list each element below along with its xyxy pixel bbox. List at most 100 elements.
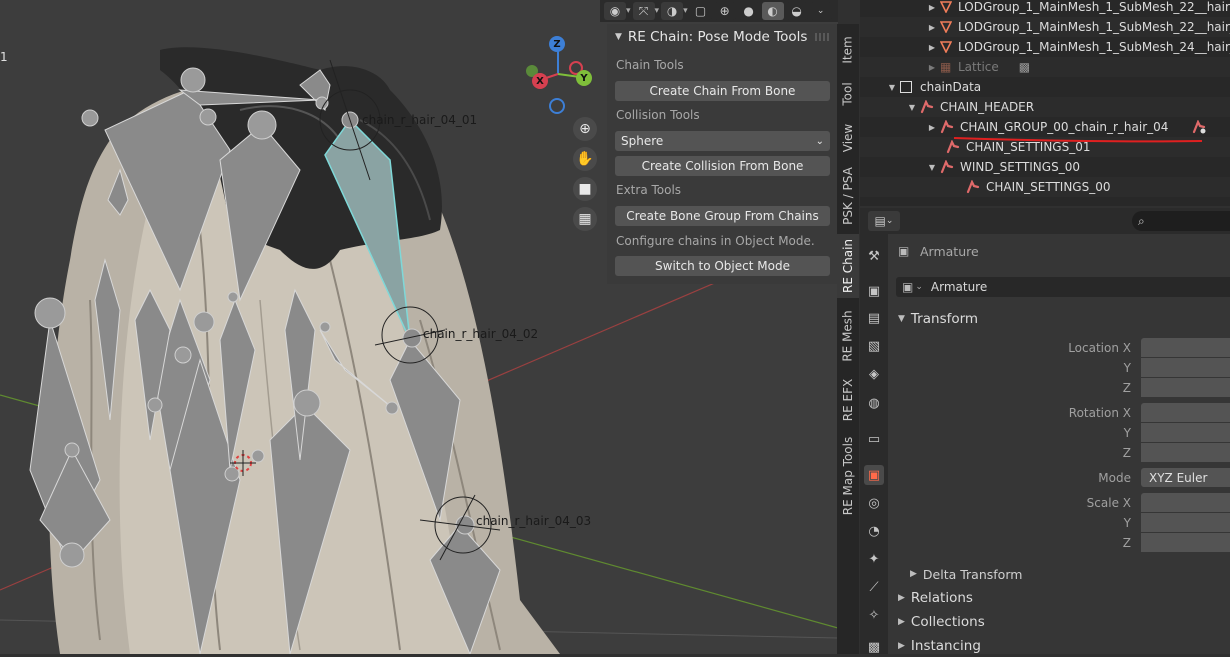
outliner-row[interactable]: CHAIN_SETTINGS_01 <box>860 137 1230 157</box>
rotation-y-field[interactable] <box>1141 423 1230 442</box>
drag-grip-icon[interactable] <box>815 33 829 41</box>
tab-re-chain[interactable]: RE Chain <box>837 234 859 298</box>
expand-triangle-icon[interactable]: ▼ <box>886 83 898 92</box>
bone-label: chain_r_hair_04_01 <box>362 113 478 127</box>
outliner-row[interactable]: ▶ LODGroup_1_MainMesh_1_SubMesh_24__hair… <box>860 37 1230 57</box>
rendered-shading-icon[interactable]: ◒ <box>785 2 808 20</box>
expand-triangle-icon[interactable]: ▼ <box>906 103 918 112</box>
create-bone-group-from-chains-button[interactable]: Create Bone Group From Chains <box>615 206 830 226</box>
object-icon[interactable]: ▣ <box>864 465 884 485</box>
tab-item[interactable]: Item <box>837 28 859 72</box>
delta-transform-panel-header[interactable]: ▶ Delta Transform <box>888 563 1230 585</box>
material-shading-icon[interactable]: ◐ <box>761 2 784 20</box>
modifiers-icon[interactable]: ◎ <box>864 493 884 513</box>
outliner-row[interactable]: ▶ LODGroup_1_MainMesh_1_SubMesh_22__hair <box>860 0 1230 17</box>
rotation-y-label: Y <box>1123 426 1131 440</box>
expand-triangle-icon[interactable]: ▼ <box>926 163 938 172</box>
collections-panel-header[interactable]: ▶ Collections <box>888 611 1230 633</box>
visibility-icon[interactable]: ◉ <box>604 2 626 20</box>
view-layer-icon[interactable]: ▧ <box>864 336 884 356</box>
outliner-row[interactable]: ▼ chainData <box>860 77 1230 97</box>
expand-triangle-icon[interactable]: ▶ <box>926 43 938 52</box>
tab-re-map-tools[interactable]: RE Map Tools <box>837 432 859 520</box>
transform-panel-header[interactable]: ▼ Transform <box>888 308 1230 330</box>
armature-data-icon[interactable]: ⟋ <box>864 577 884 597</box>
tab-re-mesh[interactable]: RE Mesh <box>837 304 859 368</box>
expand-triangle-icon[interactable]: ▶ <box>926 63 938 72</box>
perspective-grid-icon[interactable]: ▦ <box>573 207 597 231</box>
location-y-field[interactable] <box>1141 358 1230 377</box>
camera-icon[interactable]: ■ <box>573 177 597 201</box>
frame-label: 1 <box>0 50 8 64</box>
rotation-x-label: Rotation X <box>1068 406 1131 420</box>
tab-psk-psa[interactable]: PSK / PSA <box>837 162 859 230</box>
gizmo-z-axis[interactable]: Z <box>549 36 565 52</box>
create-chain-from-bone-button[interactable]: Create Chain From Bone <box>615 81 830 101</box>
gizmo-y-axis[interactable]: Y <box>576 70 592 86</box>
world-icon[interactable]: ◍ <box>864 393 884 413</box>
chain-tools-label: Chain Tools <box>616 58 684 72</box>
collection-icon[interactable]: ▭ <box>864 429 884 449</box>
scale-x-field[interactable] <box>1141 493 1230 512</box>
datablock-field[interactable]: ▣ ⌄ Armature <box>896 277 1230 297</box>
properties-search-input[interactable]: ⌕ <box>1132 211 1230 231</box>
rotation-x-field[interactable] <box>1141 403 1230 422</box>
extra-tools-label: Extra Tools <box>616 183 682 197</box>
scale-y-field[interactable] <box>1141 513 1230 532</box>
armature-icon <box>920 100 934 114</box>
object-constraint-icon[interactable]: ✦ <box>864 549 884 569</box>
info-text: Configure chains in Object Mode. <box>616 234 815 248</box>
wireframe-shading-icon[interactable]: ⊕ <box>713 2 736 20</box>
expand-triangle-icon[interactable]: ▶ <box>926 3 938 12</box>
location-z-field[interactable] <box>1141 378 1230 397</box>
expand-triangle-icon[interactable]: ▶ <box>926 23 938 32</box>
xray-icon[interactable]: ▢ <box>689 2 712 20</box>
mesh-icon <box>940 1 952 13</box>
create-collision-from-bone-button[interactable]: Create Collision From Bone <box>615 156 830 176</box>
armature-modifier-icon <box>1193 120 1206 134</box>
expand-triangle-icon[interactable]: ▶ <box>926 123 938 132</box>
scale-z-field[interactable] <box>1141 533 1230 552</box>
scale-z-label: Z <box>1122 536 1131 550</box>
physics-icon[interactable]: ◔ <box>864 521 884 541</box>
tab-re-efx[interactable]: RE EFX <box>837 374 859 426</box>
outliner-row[interactable]: CHAIN_SETTINGS_00 <box>860 177 1230 197</box>
location-x-field[interactable] <box>1141 338 1230 357</box>
render-icon[interactable]: ▣ <box>864 281 884 301</box>
collision-shape-select[interactable]: Sphere ⌄ <box>615 131 830 151</box>
outliner-row[interactable]: ▶ ▦ Lattice ▩ <box>860 57 1230 77</box>
instancing-panel-header[interactable]: ▶ Instancing <box>888 635 1230 654</box>
3d-viewport[interactable]: 1 chain_r_hair_04_01 chain_r_hair_04_02 … <box>0 0 838 654</box>
output-icon[interactable]: ▤ <box>864 308 884 328</box>
gizmo-x-axis[interactable]: X <box>532 73 548 89</box>
pan-hand-icon[interactable]: ✋ <box>573 147 597 171</box>
panel-header[interactable]: ▼ RE Chain: Pose Mode Tools <box>607 24 837 50</box>
tool-icon[interactable]: ⚒ <box>864 246 884 266</box>
texture-icon[interactable]: ▩ <box>864 637 884 657</box>
shading-options-icon[interactable]: ⌄ <box>809 2 832 20</box>
outliner-row[interactable]: ▶ LODGroup_1_MainMesh_1_SubMesh_22__hair… <box>860 17 1230 37</box>
rotation-z-field[interactable] <box>1141 443 1230 462</box>
outliner-row[interactable]: ▼ CHAIN_HEADER <box>860 97 1230 117</box>
outliner-row[interactable]: ▼ WIND_SETTINGS_00 <box>860 157 1230 177</box>
solid-shading-icon[interactable]: ● <box>737 2 760 20</box>
tab-tool[interactable]: Tool <box>837 74 859 114</box>
rotation-mode-label: Mode <box>1098 471 1131 485</box>
navigation-gizmo[interactable]: Z X Y <box>518 34 598 116</box>
chevron-down-icon: ⌄ <box>815 135 824 147</box>
scene-icon[interactable]: ◈ <box>864 364 884 384</box>
bone-label: chain_r_hair_04_02 <box>423 327 539 341</box>
relations-panel-header[interactable]: ▶ Relations <box>888 587 1230 609</box>
outliner[interactable]: ▶ LODGroup_1_MainMesh_1_SubMesh_22__hair… <box>860 0 1230 206</box>
tab-view[interactable]: View <box>837 116 859 160</box>
rotation-z-label: Z <box>1122 446 1131 460</box>
switch-to-object-mode-button[interactable]: Switch to Object Mode <box>615 256 830 276</box>
bone-icon[interactable]: ✧ <box>864 605 884 625</box>
editor-type-icon[interactable]: ▤ ⌄ <box>868 211 900 231</box>
overlay-icon[interactable]: ◑ <box>661 2 684 20</box>
rotation-mode-select[interactable]: XYZ Euler <box>1141 468 1230 487</box>
outliner-row[interactable]: ▶ CHAIN_GROUP_00_chain_r_hair_04 <box>860 117 1230 137</box>
gizmo-toggle-icon[interactable]: ⤧ <box>632 2 655 20</box>
zoom-icon[interactable]: ⊕ <box>573 117 597 141</box>
viewport-header: ◉ ▾ ⤧ ▾ ◑ ▾ ▢ ⊕ ● ◐ ◒ ⌄ <box>600 0 838 22</box>
